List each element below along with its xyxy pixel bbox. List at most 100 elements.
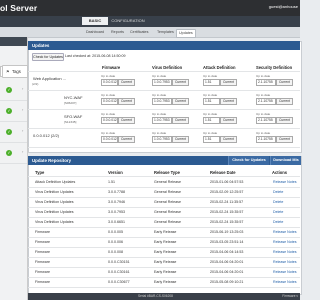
action-link[interactable]: Release Notes — [273, 260, 297, 264]
action-link[interactable]: Delete — [273, 200, 283, 204]
repository-cell-date: 2015-03-05 23:51:14 — [210, 240, 244, 244]
repository-cell-date: 2015-02-24 15:35:57 — [210, 210, 244, 214]
action-link[interactable]: Release Notes — [273, 270, 297, 274]
download-missing-button[interactable]: Download Mis — [270, 156, 301, 165]
version-select[interactable]: 2.1.10755 — [256, 79, 276, 86]
repository-cell-rtype: Early Release — [154, 270, 177, 274]
version-select[interactable]: 2.1.10755 — [256, 136, 276, 143]
tags-filter-button[interactable]: ⚑ Tags — [2, 65, 28, 78]
repository-cell-type: Attack Definition Updates — [35, 180, 76, 184]
action-link[interactable]: Release Notes — [273, 280, 297, 284]
version-select[interactable]: 1.0.0.7953 — [152, 136, 172, 143]
update-status-text: Up to date — [256, 93, 271, 97]
header-divider — [28, 71, 300, 72]
current-button[interactable]: Current — [220, 79, 237, 86]
update-status-text: Up to date — [101, 74, 116, 78]
row-divider — [28, 90, 300, 91]
repository-cell-type: Firmware — [35, 280, 50, 284]
firmware-text: Firmware v — [282, 294, 298, 298]
current-button[interactable]: Current — [118, 136, 135, 143]
update-status-text: Up to date — [203, 112, 218, 116]
repository-cell-type: Firmware — [35, 230, 50, 234]
version-select[interactable]: 1.0.0.7953 — [152, 79, 172, 86]
current-button[interactable]: Current — [172, 98, 189, 105]
sidebar-device-row[interactable]: ✓ › — [0, 143, 27, 164]
device-serial: [S06207] — [64, 101, 77, 105]
device-name[interactable]: Web Application ... — [33, 76, 66, 81]
action-link[interactable]: Delete — [273, 220, 283, 224]
action-link[interactable]: Delete — [273, 210, 283, 214]
column-header-release-type: Release Type — [154, 170, 180, 175]
user-menu[interactable]: guest@anhouse — [269, 4, 298, 9]
check-icon: ✓ — [6, 150, 12, 156]
repository-cell-rtype: Early Release — [154, 280, 177, 284]
repository-cell-rtype: Early Release — [154, 230, 177, 234]
current-button[interactable]: Current — [118, 98, 135, 105]
repository-cell-version: 0.0.0.005 — [108, 230, 123, 234]
current-button[interactable]: Current — [172, 136, 189, 143]
version-select[interactable]: 1.0.0.7953 — [152, 117, 172, 124]
row-divider — [28, 128, 300, 129]
row-divider — [28, 207, 300, 208]
current-button[interactable]: Current — [220, 136, 237, 143]
sidebar-device-row[interactable]: ✓ › — [0, 80, 27, 101]
version-select[interactable]: 2.1.10755 — [256, 117, 276, 124]
action-link[interactable]: Release Notes — [273, 240, 297, 244]
check-updates-button[interactable]: Check for Updates — [32, 53, 64, 61]
current-button[interactable]: Current — [118, 117, 135, 124]
current-button[interactable]: Current — [276, 117, 293, 124]
version-select[interactable]: 2.1.10755 — [256, 98, 276, 105]
current-button[interactable]: Current — [220, 117, 237, 124]
tags-label: Tags — [12, 69, 21, 74]
column-header-actions: Actions — [272, 170, 288, 175]
repository-cell-version: 3.0.0.7788 — [108, 190, 125, 194]
version-select[interactable]: 1.0.0.7953 — [152, 98, 172, 105]
subnav-reports[interactable]: Reports — [109, 29, 126, 36]
version-select[interactable]: 1.51 — [203, 98, 220, 105]
last-checked-text: Last checked at: 2015-06-08 14:50:09 — [65, 54, 126, 58]
subnav-updates[interactable]: Updates — [176, 29, 196, 38]
version-select[interactable]: 0.0.0.012 — [101, 117, 118, 124]
tab-configuration[interactable]: CONFIGURATION — [105, 17, 151, 25]
update-status-text: Up to date — [152, 93, 167, 97]
sidebar-device-row[interactable]: ✓ › — [0, 101, 27, 122]
current-button[interactable]: Current — [276, 98, 293, 105]
repository-cell-version: 0.0.0.006 — [108, 240, 123, 244]
subnav-templates[interactable]: Templates — [155, 29, 176, 36]
repository-check-updates-button[interactable]: Check for Updates — [228, 156, 269, 165]
current-button[interactable]: Current — [172, 117, 189, 124]
action-link[interactable]: Release Notes — [273, 250, 297, 254]
updates-title: Updates — [32, 43, 50, 48]
version-select[interactable]: 1.51 — [203, 79, 220, 86]
version-select[interactable]: 0.0.0.012 — [101, 136, 118, 143]
action-link[interactable]: Release Notes — [273, 230, 297, 234]
version-select[interactable]: 0.0.0.012 — [101, 98, 118, 105]
row-divider — [28, 187, 300, 188]
device-name[interactable]: 0.0.0.012 (2/2) — [33, 133, 59, 138]
current-button[interactable]: Current — [276, 79, 293, 86]
device-serial: (2/2) — [32, 82, 39, 86]
repository-cell-rtype: General Release — [154, 210, 181, 214]
subnav-certificates[interactable]: Certificates — [128, 29, 150, 36]
current-button[interactable]: Current — [172, 79, 189, 86]
sidebar-device-row[interactable]: ✓ › — [0, 122, 27, 143]
action-link[interactable]: Delete — [273, 190, 283, 194]
subnav-dashboard[interactable]: Dashboard — [84, 29, 106, 36]
repository-cell-type: Firmware — [35, 240, 50, 244]
version-select[interactable]: 1.51 — [203, 136, 220, 143]
row-divider — [28, 217, 300, 218]
repository-cell-date: 2015-04-06 04:20:01 — [210, 270, 244, 274]
repository-cell-type: Virus Definition Updates — [35, 190, 74, 194]
sidebar-header — [0, 37, 27, 46]
action-link[interactable]: Release Notes — [273, 180, 297, 184]
update-status-text: Up to date — [256, 112, 271, 116]
repository-cell-date: 2015-01-06 04:57:53 — [210, 180, 244, 184]
repository-cell-version: 3.0.0.6651 — [108, 220, 125, 224]
current-button[interactable]: Current — [118, 79, 135, 86]
current-button[interactable]: Current — [220, 98, 237, 105]
update-status-text: Up to date — [203, 74, 218, 78]
current-button[interactable]: Current — [276, 136, 293, 143]
version-select[interactable]: 0.0.0.012 — [101, 79, 118, 86]
update-status-text: Up to date — [203, 93, 218, 97]
version-select[interactable]: 1.51 — [203, 117, 220, 124]
